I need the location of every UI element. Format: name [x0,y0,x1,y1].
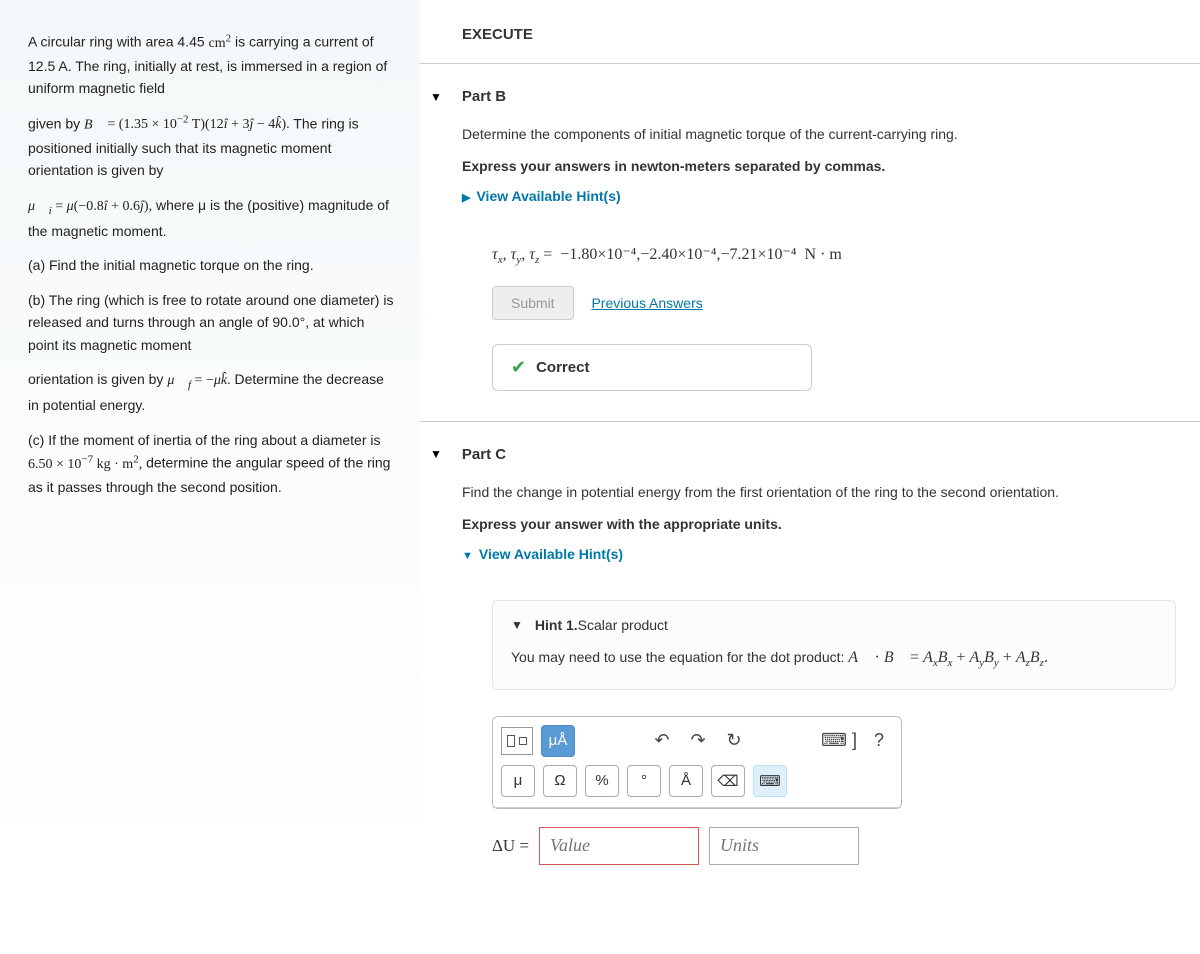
mu-button[interactable]: μ [501,765,535,797]
answer-value: −1.80×10⁻⁴,−2.40×10⁻⁴,−7.21×10⁻⁴ [560,246,796,263]
problem-b: (b) The ring (which is free to rotate ar… [28,289,396,356]
previous-answers-link[interactable]: Previous Answers [591,295,702,311]
units-input[interactable] [709,827,859,865]
answer-input-row: ΔU = [492,827,1176,865]
text: A circular ring with area 4.45 [28,34,209,50]
reset-icon[interactable]: ↻ [720,730,748,751]
text: given by [28,115,84,131]
delta-u-label: ΔU = [492,836,529,856]
check-icon: ✔ [511,357,526,378]
angstrom-button[interactable]: Å [669,765,703,797]
toolbar-row-1: μÅ ↶ ↷ ↻ ⌨ ] ? [493,717,901,763]
caret-down-icon: ▼ [511,618,523,632]
text: (b) The ring (which is free to rotate ar… [28,292,393,353]
template-button[interactable] [501,727,533,755]
part-b-header[interactable]: ▼ Part B [420,64,1176,123]
part-c-format: Express your answer with the appropriate… [462,513,1176,535]
problem-c: (c) If the moment of inertia of the ring… [28,429,396,499]
backspace-button[interactable]: ⌫ [711,765,745,797]
hint-1-label: Hint 1. [535,617,578,633]
part-c-hints-link[interactable]: ▼ View Available Hint(s) [462,546,623,562]
percent-button[interactable]: % [585,765,619,797]
triangle-right-icon: ▶ [462,192,470,204]
help-icon[interactable]: ? [865,730,893,751]
redo-icon[interactable]: ↷ [684,730,712,751]
value-input[interactable] [539,827,699,865]
part-c-header[interactable]: ▼ Part C [420,422,1176,481]
part-c: ▼ Part C Find the change in potential en… [420,422,1200,895]
part-b-prompt: Determine the components of initial magn… [462,123,1176,145]
text: You may need to use the equation for the… [511,649,848,665]
text: (c) If the moment of inertia of the ring… [28,432,381,448]
part-c-title: Part C [462,446,506,463]
problem-b2: orientation is given by μ⃗ f = −μk̂. Det… [28,368,396,417]
part-b-title: Part B [462,88,506,105]
triangle-down-icon: ▼ [462,550,473,562]
problem-a: (a) Find the initial magnetic torque on … [28,254,396,276]
correct-feedback: ✔ Correct [492,344,812,391]
part-b-hints-link[interactable]: ▶ View Available Hint(s) [462,188,621,204]
submit-button[interactable]: Submit [492,286,574,320]
caret-down-icon: ▼ [430,447,442,461]
units-button[interactable]: μÅ [541,725,575,757]
execute-header: EXECUTE [420,0,1200,64]
units: N · m [805,246,842,263]
toolbar-row-2: μ Ω % ° Å ⌫ ⌨ [493,763,901,808]
hint-1-body: You may need to use the equation for the… [511,645,1157,673]
problem-panel: A circular ring with area 4.45 cm2 is ca… [0,0,420,915]
caret-down-icon: ▼ [430,90,442,104]
part-c-prompt: Find the change in potential energy from… [462,481,1176,503]
problem-p3: μ⃗ i = μ(−0.8î + 0.6ĵ), where μ is the (… [28,194,396,243]
part-b: ▼ Part B Determine the components of ini… [420,64,1200,422]
keyboard-button[interactable]: ⌨ [753,765,787,797]
hint-1-title: Scalar product [578,617,668,633]
hint-1: ▼ Hint 1. Scalar product You may need to… [492,600,1176,690]
label: View Available Hint(s) [479,546,623,562]
formula-toolbar: μÅ ↶ ↷ ↻ ⌨ ] ? μ Ω % ° Å ⌫ ⌨ [492,716,902,809]
problem-p1: A circular ring with area 4.45 cm2 is ca… [28,30,396,100]
degree-button[interactable]: ° [627,765,661,797]
keyboard-icon[interactable]: ⌨ ] [821,730,857,751]
part-b-answer: τx, τy, τz = −1.80×10⁻⁴,−2.40×10⁻⁴,−7.21… [492,244,1176,266]
answer-panel: EXECUTE ▼ Part B Determine the component… [420,0,1200,915]
problem-p2: given by B⃗ = (1.35 × 10−2 T)(12î + 3ĵ −… [28,112,396,182]
hint-1-header[interactable]: ▼ Hint 1. Scalar product [511,617,1157,633]
label: View Available Hint(s) [476,188,620,204]
part-b-format: Express your answers in newton-meters se… [462,155,1176,177]
text: orientation is given by [28,371,167,387]
omega-button[interactable]: Ω [543,765,577,797]
correct-label: Correct [536,359,589,376]
undo-icon[interactable]: ↶ [648,730,676,751]
